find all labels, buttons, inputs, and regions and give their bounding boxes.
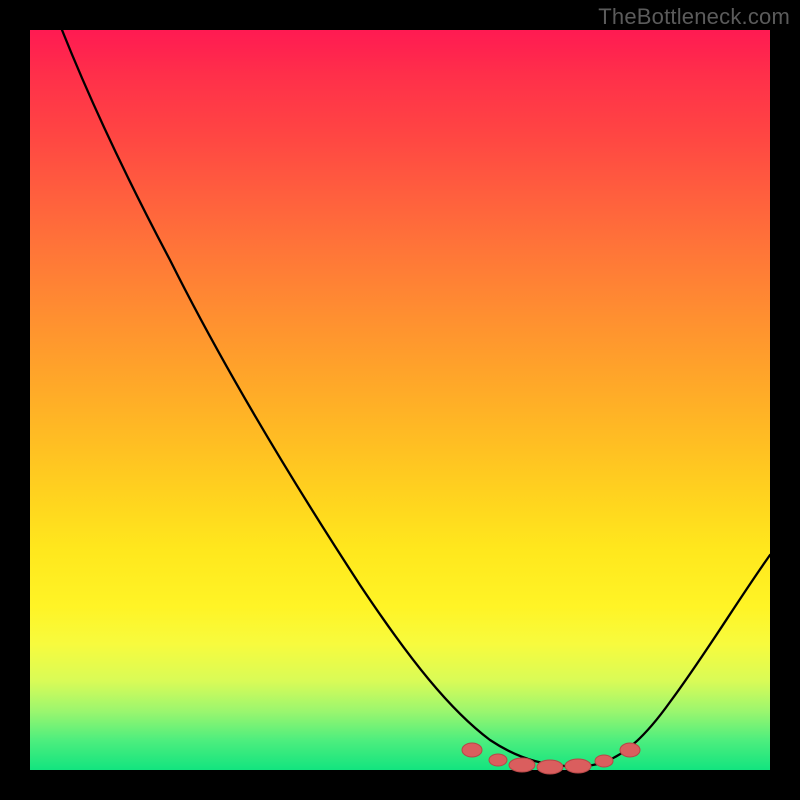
marker-dot [595, 755, 613, 767]
marker-dot [489, 754, 507, 766]
chart-stage: TheBottleneck.com [0, 0, 800, 800]
marker-dot [462, 743, 482, 757]
curve-path [62, 30, 770, 766]
marker-dot [565, 759, 591, 773]
marker-dot [620, 743, 640, 757]
bottleneck-curve [30, 30, 770, 770]
plot-area [30, 30, 770, 770]
marker-dot [537, 760, 563, 774]
watermark-text: TheBottleneck.com [598, 4, 790, 30]
marker-dot [509, 758, 535, 772]
